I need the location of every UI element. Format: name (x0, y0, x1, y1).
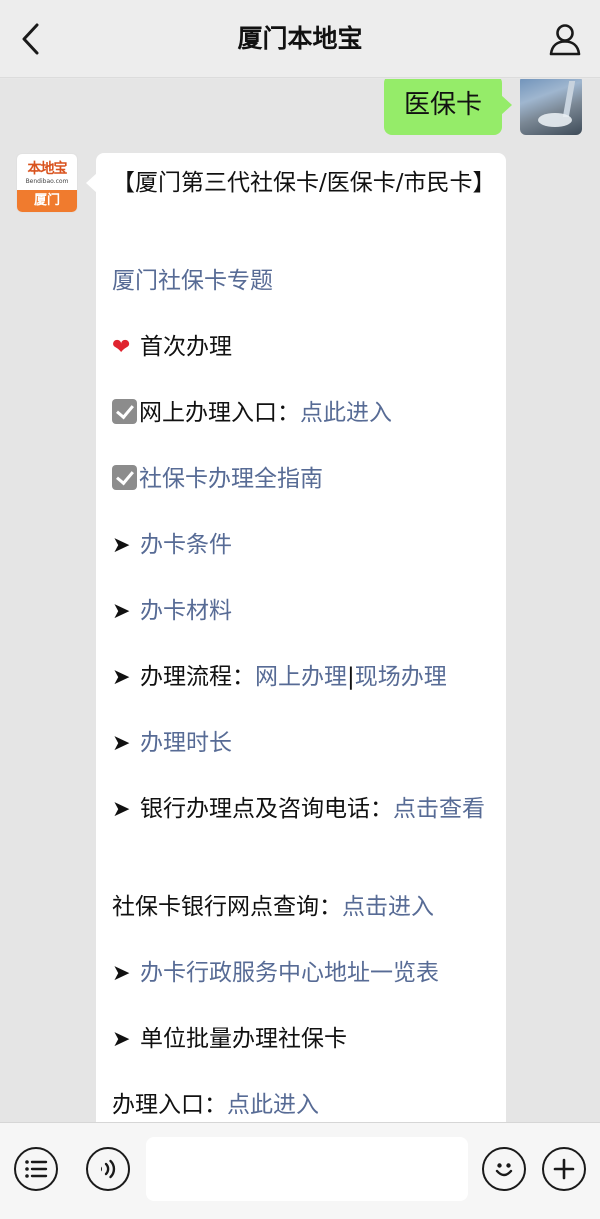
voice-icon (101, 1159, 116, 1179)
heart-icon: ❤ (112, 335, 131, 360)
emoji-button[interactable] (482, 1147, 526, 1191)
process-row: ➤ 办理流程：网上办理|现场办理 (112, 661, 492, 694)
batch-entry-link[interactable]: 点此进入 (227, 1092, 319, 1118)
incoming-bubble: 【厦门第三代社保卡/医保卡/市民卡】 厦门社保卡专题 ❤ 首次办理 网上办理入口：… (86, 153, 506, 1122)
batch-label: 单位批量办理社保卡 (140, 1026, 347, 1052)
input-bar (0, 1122, 600, 1219)
batch-row: ➤ 单位批量办理社保卡 (112, 1023, 492, 1056)
message-title: 【厦门第三代社保卡/医保卡/市民卡】 (112, 170, 496, 196)
process-separator: | (347, 664, 355, 690)
first-time-label: 首次办理 (140, 334, 232, 360)
bank-query-row: 社保卡银行网点查询：点击进入 (112, 891, 492, 924)
online-entry-label: 网上办理入口： (139, 400, 300, 426)
bank-query-link[interactable]: 点击进入 (342, 894, 434, 920)
menu-button[interactable] (14, 1147, 58, 1191)
emoji-icon (495, 1163, 513, 1177)
conditions-row: ➤ 办卡条件 (112, 529, 492, 562)
nav-bar: 厦门本地宝 (0, 0, 600, 78)
add-button[interactable] (542, 1147, 586, 1191)
service-center-link[interactable]: 办卡行政服务中心地址一览表 (140, 960, 439, 986)
arrow-icon: ➤ (112, 731, 131, 756)
batch-entry-row: 办理入口：点此进入 (112, 1089, 492, 1122)
materials-row: ➤ 办卡材料 (112, 595, 492, 628)
arrow-icon: ➤ (112, 665, 131, 690)
topic-link[interactable]: 厦门社保卡专题 (112, 268, 273, 294)
bank-label: 银行办理点及咨询电话： (140, 796, 393, 822)
arrow-icon: ➤ (112, 961, 131, 986)
arrow-icon: ➤ (112, 533, 131, 558)
my-avatar[interactable] (520, 79, 582, 135)
outgoing-bubble[interactable]: 医保卡 (383, 79, 513, 135)
logo-city: 厦门 (17, 190, 77, 212)
list-icon (25, 1160, 48, 1178)
guide-row: 社保卡办理全指南 (112, 463, 492, 496)
online-entry-link[interactable]: 点此进入 (300, 400, 392, 426)
conditions-link[interactable]: 办卡条件 (140, 532, 232, 558)
message-input[interactable] (146, 1137, 468, 1201)
duration-row: ➤ 办理时长 (112, 727, 492, 760)
back-button[interactable] (6, 14, 56, 64)
voice-button[interactable] (86, 1147, 130, 1191)
chat-area[interactable]: 医保卡 本地宝 Bendibao.com 厦门 【厦门第三代社保卡/医保卡/市民… (0, 79, 600, 1122)
outgoing-message: 医保卡 (0, 79, 600, 159)
user-icon (549, 24, 581, 56)
process-online-link[interactable]: 网上办理 (255, 664, 347, 690)
batch-entry-label: 办理入口： (112, 1092, 227, 1118)
logo-domain: Bendibao.com (25, 178, 69, 185)
checkbox-icon (112, 465, 137, 490)
page-title: 厦门本地宝 (237, 24, 363, 53)
bank-row: ➤ 银行办理点及咨询电话：点击查看 (112, 793, 492, 826)
arrow-icon: ➤ (112, 1027, 131, 1052)
logo-name: 本地宝 (27, 161, 68, 177)
chevron-left-icon (22, 23, 39, 55)
profile-button[interactable] (540, 14, 590, 64)
arrow-icon: ➤ (112, 797, 131, 822)
account-avatar[interactable]: 本地宝 Bendibao.com 厦门 (16, 153, 78, 213)
process-label: 办理流程： (140, 664, 255, 690)
plus-icon (553, 1158, 575, 1180)
first-time-row: ❤ 首次办理 (112, 331, 492, 364)
service-center-row: ➤ 办卡行政服务中心地址一览表 (112, 957, 492, 990)
process-onsite-link[interactable]: 现场办理 (355, 664, 447, 690)
bank-link[interactable]: 点击查看 (393, 796, 485, 822)
online-entry-row: 网上办理入口：点此进入 (112, 397, 492, 430)
duration-link[interactable]: 办理时长 (140, 730, 232, 756)
checkbox-icon (112, 399, 137, 424)
bank-query-label: 社保卡银行网点查询： (112, 894, 342, 920)
arrow-icon: ➤ (112, 599, 131, 624)
materials-link[interactable]: 办卡材料 (140, 598, 232, 624)
guide-link[interactable]: 社保卡办理全指南 (139, 466, 323, 492)
